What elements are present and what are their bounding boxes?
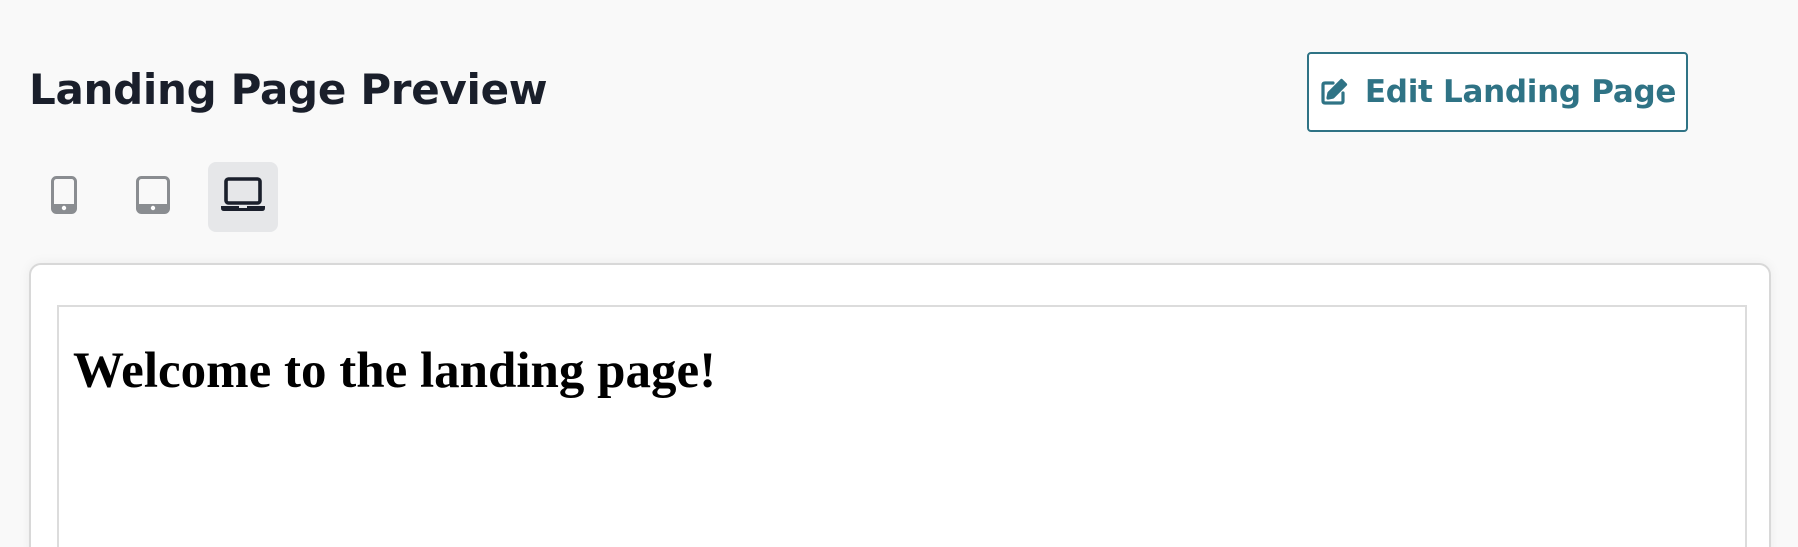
edit-landing-page-label: Edit Landing Page <box>1364 74 1677 110</box>
landing-page-preview-frame[interactable]: Welcome to the landing page! <box>57 305 1747 547</box>
tablet-icon <box>136 175 170 219</box>
preview-card: Welcome to the landing page! <box>29 263 1771 547</box>
preview-heading: Welcome to the landing page! <box>73 343 717 399</box>
edit-icon <box>1319 77 1349 107</box>
laptop-icon <box>220 176 266 218</box>
device-mobile-button[interactable] <box>29 162 99 232</box>
page-title: Landing Page Preview <box>29 65 548 114</box>
edit-landing-page-button[interactable]: Edit Landing Page <box>1307 52 1688 132</box>
mobile-phone-icon <box>51 175 77 219</box>
device-desktop-button[interactable] <box>208 162 278 232</box>
device-tablet-button[interactable] <box>118 162 188 232</box>
